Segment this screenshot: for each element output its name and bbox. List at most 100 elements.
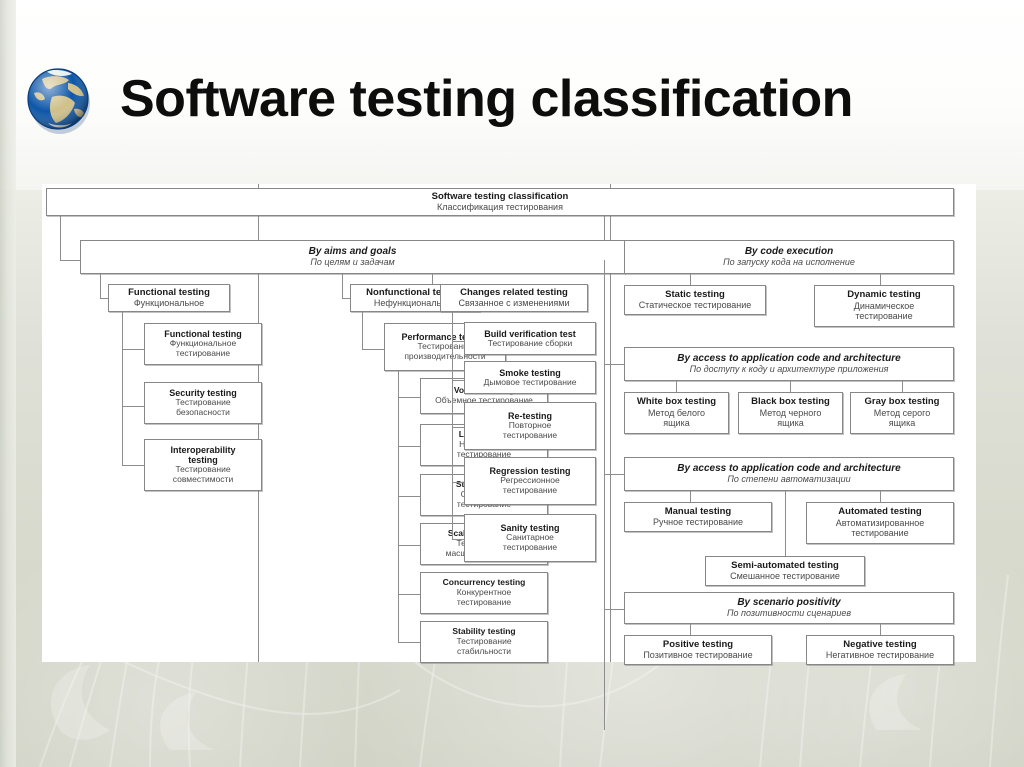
connector-positivity-drop-1 xyxy=(690,624,691,635)
node-security-testing[interactable]: Security testing Тестирование безопаснос… xyxy=(144,382,262,424)
connector-changes-branch-2 xyxy=(452,380,464,381)
group-label-en: By aims and goals xyxy=(308,246,397,258)
node-label-ru: Метод черного ящика xyxy=(759,407,822,429)
node-label-ru: Негативное тестирование xyxy=(825,650,935,661)
connector-functional-branch-3 xyxy=(122,465,144,466)
node-smoke-testing[interactable]: Smoke testing Дымовое тестирование xyxy=(464,361,596,394)
connector-changes-branch-3 xyxy=(452,427,464,428)
connector-changes-branch-4 xyxy=(452,482,464,483)
node-gray-box-testing[interactable]: Gray box testing Метод серого ящика xyxy=(850,392,954,434)
group-label-en: By code execution xyxy=(744,246,834,258)
connector-changes-spine xyxy=(452,312,453,539)
node-negative-testing[interactable]: Negative testing Негативное тестирование xyxy=(806,635,954,665)
connector-root-trunk-left xyxy=(60,216,61,260)
node-label-ru: Дымовое тестирование xyxy=(483,376,577,387)
connector-code-exec-drop-1 xyxy=(690,274,691,285)
diagram-panel: Software testing classification Классифи… xyxy=(42,184,976,730)
connector-right-trunk xyxy=(604,260,605,730)
node-label-ru: Функциональное xyxy=(133,298,205,309)
connector-access-drop-3 xyxy=(902,381,903,392)
node-semi-automated-testing[interactable]: Semi-automated testing Смешанное тестиро… xyxy=(705,556,865,586)
node-sanity-testing[interactable]: Sanity testing Санитарное тестирование xyxy=(464,514,596,562)
node-dynamic-testing[interactable]: Dynamic testing Динамическое тестировани… xyxy=(814,285,954,327)
node-root[interactable]: Software testing classification Классифи… xyxy=(46,188,954,216)
node-static-testing[interactable]: Static testing Статическое тестирование xyxy=(624,285,766,315)
connector-right-elbow-g3 xyxy=(604,364,624,365)
connector-access-drop-2 xyxy=(790,381,791,392)
connector-automation-drop-2 xyxy=(880,491,881,502)
connector-access-drop-1 xyxy=(676,381,677,392)
connector-functional-branch-1 xyxy=(122,349,144,350)
node-concurrency-testing[interactable]: Concurrency testing Конкурентное тестиро… xyxy=(420,572,548,614)
node-group-by-code-execution[interactable]: By code execution По запуску кода на исп… xyxy=(624,240,954,274)
node-changes-related-testing[interactable]: Changes related testing Связанное с изме… xyxy=(440,284,588,312)
group-label-en: By access to application code and archit… xyxy=(677,463,901,475)
node-root-label-en: Software testing classification xyxy=(431,190,569,202)
node-positive-testing[interactable]: Positive testing Позитивное тестирование xyxy=(624,635,772,665)
node-functional-testing[interactable]: Functional testing Функциональное xyxy=(108,284,230,312)
group-label-ru: По запуску кода на исполнение xyxy=(723,257,855,268)
node-label-ru: Тестирование безопасности xyxy=(175,397,231,418)
connector-code-exec-drop-2 xyxy=(880,274,881,285)
node-white-box-testing[interactable]: White box testing Метод белого ящика xyxy=(624,392,729,434)
connector-aims-drop-1 xyxy=(100,274,101,298)
connector-performance-spine xyxy=(398,371,399,642)
node-label-en: Black box testing xyxy=(751,396,830,408)
connector-root-elbow-left xyxy=(60,260,80,261)
connector-performance-branch-1 xyxy=(398,397,420,398)
node-label-en: Dynamic testing xyxy=(847,289,921,301)
node-label-ru: Тестирование совместимости xyxy=(172,464,234,485)
node-label-ru: Динамическое тестирование xyxy=(853,300,915,322)
node-label-en: Negative testing xyxy=(843,638,917,650)
node-regression-testing[interactable]: Regression testing Регрессионное тестиро… xyxy=(464,457,596,505)
node-group-by-access-to-code[interactable]: By access to application code and archit… xyxy=(624,347,954,381)
node-stability-testing[interactable]: Stability testing Тестирование стабильно… xyxy=(420,621,548,663)
node-label-en: White box testing xyxy=(636,396,717,408)
connector-automation-drop-semi xyxy=(785,491,786,556)
page-title: Software testing classification xyxy=(120,70,853,128)
group-label-en: By scenario positivity xyxy=(737,597,841,609)
node-label-en: Changes related testing xyxy=(460,286,568,298)
node-functional-testing-sub[interactable]: Functional testing Функциональное тестир… xyxy=(144,323,262,365)
node-label-ru: Регрессионное тестирование xyxy=(500,475,560,496)
slide-background: Software testing classification Software… xyxy=(0,0,1024,767)
node-label-ru: Метод серого ящика xyxy=(873,407,931,429)
connector-nonfunctional-spine xyxy=(362,312,363,349)
node-group-by-aims-and-goals[interactable]: By aims and goals По целям и задачам xyxy=(80,240,625,274)
node-label-ru: Повторное тестирование xyxy=(502,420,558,441)
node-group-by-scenario-positivity[interactable]: By scenario positivity По позитивности с… xyxy=(624,592,954,624)
node-build-verification-test[interactable]: Build verification test Тестирование сбо… xyxy=(464,322,596,355)
connector-performance-branch-6 xyxy=(398,642,420,643)
node-manual-testing[interactable]: Manual testing Ручное тестирование xyxy=(624,502,772,532)
node-label-en: Manual testing xyxy=(664,505,732,517)
connector-automation-drop-1 xyxy=(690,491,691,502)
node-black-box-testing[interactable]: Black box testing Метод черного ящика xyxy=(738,392,843,434)
connector-performance-branch-5 xyxy=(398,594,420,595)
connector-performance-branch-2 xyxy=(398,446,420,447)
node-group-by-automation-degree[interactable]: By access to application code and archit… xyxy=(624,457,954,491)
node-label-ru: Санитарное тестирование xyxy=(502,532,558,553)
node-label-ru: Ручное тестирование xyxy=(652,517,744,528)
node-label-en: Semi-automated testing xyxy=(731,559,839,571)
node-label-ru: Тестирование стабильности xyxy=(456,635,512,656)
node-label-ru: Смешанное тестирование xyxy=(730,571,840,582)
connector-functional-branch-2 xyxy=(122,406,144,407)
connector-positivity-drop-2 xyxy=(880,624,881,635)
connector-aims-elbow-1 xyxy=(100,298,108,299)
group-label-ru: По доступу к коду и архитектуре приложен… xyxy=(689,364,889,375)
group-label-ru: По степени автоматизации xyxy=(727,474,851,485)
node-label-ru: Конкурентное тестирование xyxy=(456,586,512,607)
node-label-ru: Позитивное тестирование xyxy=(643,650,753,661)
connector-changes-branch-1 xyxy=(452,341,464,342)
node-label-en: Interoperability testing xyxy=(170,445,236,466)
group-label-ru: По целям и задачам xyxy=(310,257,395,268)
node-label-en: Functional testing xyxy=(128,286,210,298)
node-re-testing[interactable]: Re-testing Повторное тестирование xyxy=(464,402,596,450)
node-label-ru: Тестирование сборки xyxy=(487,337,573,348)
node-label-en: Automated testing xyxy=(838,506,922,518)
group-label-en: By access to application code and archit… xyxy=(677,353,901,365)
connector-performance-branch-3 xyxy=(398,496,420,497)
node-label-ru: Функциональное тестирование xyxy=(169,338,237,359)
node-automated-testing[interactable]: Automated testing Автоматизированное тес… xyxy=(806,502,954,544)
node-interoperability-testing[interactable]: Interoperability testing Тестирование со… xyxy=(144,439,262,491)
